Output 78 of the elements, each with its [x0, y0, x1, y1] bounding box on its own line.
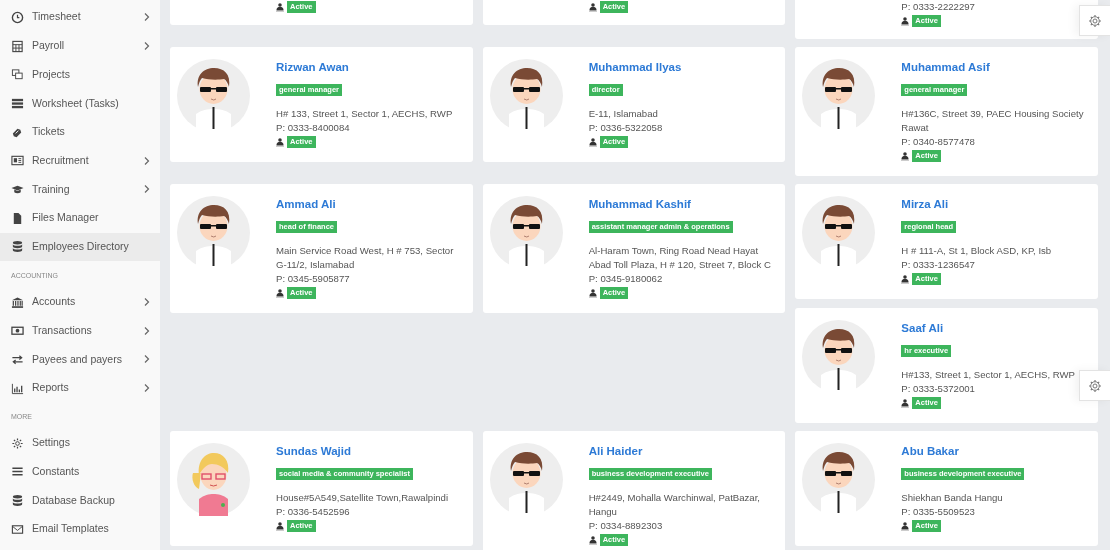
sidebar-item[interactable]: Transactions [0, 316, 160, 346]
employee-address: Shiekhan Banda Hangu [901, 491, 1004, 505]
settings-icon [1088, 13, 1102, 28]
envelope-icon [11, 522, 24, 536]
sidebar-item[interactable]: Payees and payers [0, 345, 160, 374]
employee-address: H#2449, Mohalla Warchinwal, PatBazar, Hangu [588, 491, 762, 519]
sidebar-item[interactable]: Training [0, 175, 160, 204]
employee-address: Al-Haram Town, Ring Road Nead Hayat Abad Toll Plaza, H # 120, Street 7, Block C [588, 244, 772, 272]
database-icon [11, 240, 24, 254]
user-icon [588, 535, 597, 545]
sidebar-item[interactable]: Files Manager [0, 203, 160, 233]
user-icon [901, 151, 910, 161]
employee-name[interactable]: Ali Haider [588, 443, 772, 459]
employee-address: House#5A549,Satellite Town,Rawalpindi [276, 491, 450, 505]
employee-phone: P: 0345-9180062 [588, 272, 664, 286]
user-icon [276, 521, 284, 531]
employee-address: H # 111-A, St 1, Block ASD, KP, Isb [901, 244, 1053, 258]
sidebar-item[interactable]: Email Templates [0, 515, 160, 544]
user-icon [588, 288, 597, 298]
id-card-icon [11, 154, 24, 168]
settings-button[interactable] [1079, 5, 1110, 36]
sidebar-item[interactable]: Tickets [0, 117, 160, 147]
sidebar-item[interactable]: Projects [0, 60, 160, 90]
employee-phone: P: 0340-8577478 [901, 135, 976, 149]
employee-phone: P: 0333-1236547 [901, 258, 976, 272]
user-icon [276, 288, 284, 298]
employee-phone: P: 0336-5452596 [276, 505, 351, 519]
user-icon [901, 274, 910, 284]
sidebar-item[interactable]: Timesheet [0, 3, 160, 32]
user-icon [901, 521, 910, 531]
employee-phone: P: 0336-5322058 [588, 121, 664, 135]
user-icon [276, 137, 284, 147]
employee-name[interactable]: Muhammad Kashif [588, 196, 772, 212]
employee-address: H#133, Street 1, Sector 1, AECHS, RWP [901, 368, 1076, 382]
employee-name[interactable]: Abu Bakar [901, 443, 1084, 459]
clock-icon [11, 10, 24, 24]
user-icon [276, 2, 284, 12]
money-icon [11, 324, 24, 338]
employee-name[interactable]: Ammad Ali [276, 196, 459, 212]
sidebar-item[interactable]: Employees Directory [0, 232, 160, 262]
bank-icon [11, 295, 24, 309]
user-icon [588, 137, 597, 147]
settings-icon [1088, 378, 1102, 393]
list-icon [11, 96, 24, 110]
employee-phone: P: 0334-8892303 [588, 519, 664, 533]
employee-address: E-11, Islamabad [588, 107, 659, 121]
sidebar-item[interactable]: Recruitment [0, 146, 160, 176]
employee-address: H#136C, Street 39, PAEC Housing Society Rawat [901, 107, 1084, 135]
sidebar-item[interactable]: Worksheet (Tasks) [0, 89, 160, 118]
employee-name[interactable]: Sundas Wajid [276, 443, 459, 459]
employee-name[interactable]: Rizwan Awan [276, 59, 459, 75]
sidebar-item[interactable]: Constants [0, 457, 160, 487]
employee-address: H# 133, Street 1, Sector 1, AECHS, RWP [276, 107, 454, 121]
employee-phone: P: 0335-5509523 [901, 505, 976, 519]
database-icon [11, 494, 24, 508]
user-icon [901, 398, 910, 408]
settings-button[interactable] [1079, 370, 1110, 401]
settings-icon [11, 436, 24, 450]
employee-name[interactable]: Muhammad Ilyas [588, 59, 772, 75]
sidebar-item[interactable]: Database Backup [0, 486, 160, 515]
employee-phone: P: 0345-5905877 [276, 272, 351, 286]
file-icon [11, 211, 24, 225]
employee-address: Main Service Road West, H # 753, Sector G-11/2, Islamabad [276, 244, 455, 272]
employee-phone: P: 0333-5372001 [901, 382, 976, 396]
sidebar-item[interactable]: Settings [0, 428, 160, 458]
employee-name[interactable]: Saaf Ali [901, 320, 1084, 336]
employee-name[interactable]: Muhammad Asif [901, 59, 1084, 75]
sidebar-item[interactable]: Payroll [0, 31, 160, 61]
bar-chart-icon [11, 381, 24, 395]
employee-phone: P: 0333-2222297 [901, 0, 976, 14]
sidebar-item[interactable]: Accounts [0, 287, 160, 317]
copy-icon [11, 68, 24, 82]
user-icon [588, 2, 597, 12]
employee-phone: P: 0333-8400084 [276, 121, 351, 135]
user-icon [901, 16, 910, 26]
employee-name[interactable]: Mirza Ali [901, 196, 1084, 212]
sidebar-item[interactable]: Reports [0, 373, 160, 403]
calculator-icon [11, 39, 24, 53]
